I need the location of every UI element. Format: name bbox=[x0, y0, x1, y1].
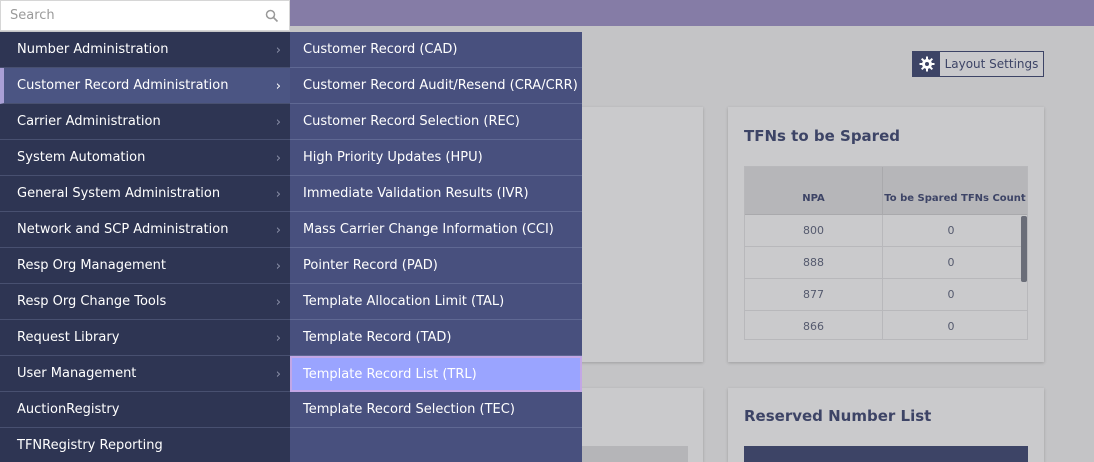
table-header: NPA To be Spared TFNs Count bbox=[745, 167, 1027, 215]
table-row[interactable]: 888 0 bbox=[745, 247, 1027, 279]
menu-item-label: Resp Org Management bbox=[17, 258, 166, 273]
count-cell: 0 bbox=[947, 256, 955, 269]
menu-item-number-administration[interactable]: Number Administration › bbox=[0, 32, 290, 68]
tfn-spared-title: TFNs to be Spared bbox=[744, 127, 900, 145]
table-row[interactable]: 877 0 bbox=[745, 279, 1027, 311]
chevron-right-icon: › bbox=[275, 150, 281, 166]
menu-item-label: Resp Org Change Tools bbox=[17, 294, 167, 309]
count-cell: 0 bbox=[947, 320, 955, 333]
customer-record-submenu: Customer Record (CAD) Customer Record Au… bbox=[290, 32, 582, 462]
chevron-right-icon: › bbox=[275, 186, 281, 202]
npa-cell: 866 bbox=[745, 311, 883, 339]
menu-item-label: Carrier Administration bbox=[17, 114, 161, 129]
submenu-item-trl[interactable]: Template Record List (TRL) bbox=[290, 356, 582, 392]
submenu-item-rec[interactable]: Customer Record Selection (REC) bbox=[290, 104, 582, 140]
menu-item-label: Number Administration bbox=[17, 42, 169, 57]
reserved-number-card: Reserved Number List bbox=[728, 388, 1044, 462]
chevron-right-icon: › bbox=[275, 42, 281, 58]
menu-item-request-library[interactable]: Request Library › bbox=[0, 320, 290, 356]
layout-settings-label: Layout Settings bbox=[944, 57, 1039, 71]
chevron-right-icon: › bbox=[275, 78, 281, 94]
menu-item-network-scp-administration[interactable]: Network and SCP Administration › bbox=[0, 212, 290, 248]
chevron-right-icon: › bbox=[275, 222, 281, 238]
table-row[interactable]: 866 0 bbox=[745, 311, 1027, 339]
submenu-item-tal[interactable]: Template Allocation Limit (TAL) bbox=[290, 284, 582, 320]
submenu-item-cci[interactable]: Mass Carrier Change Information (CCI) bbox=[290, 212, 582, 248]
menu-item-resp-org-management[interactable]: Resp Org Management › bbox=[0, 248, 290, 284]
menu-item-auction-registry[interactable]: AuctionRegistry bbox=[0, 392, 290, 428]
menu-item-tfnregistry-reporting[interactable]: TFNRegistry Reporting bbox=[0, 428, 290, 462]
submenu-item-cad[interactable]: Customer Record (CAD) bbox=[290, 32, 582, 68]
submenu-item-ivr[interactable]: Immediate Validation Results (IVR) bbox=[290, 176, 582, 212]
submenu-item-pad[interactable]: Pointer Record (PAD) bbox=[290, 248, 582, 284]
npa-cell: 888 bbox=[745, 247, 883, 278]
table-row[interactable]: 800 0 bbox=[745, 215, 1027, 247]
menu-item-customer-record-administration[interactable]: Customer Record Administration › bbox=[0, 68, 290, 104]
search-bar bbox=[0, 0, 290, 31]
submenu-item-tec[interactable]: Template Record Selection (TEC) bbox=[290, 392, 582, 428]
chevron-right-icon: › bbox=[275, 330, 281, 346]
search-input[interactable] bbox=[10, 8, 264, 23]
column-header-count[interactable]: To be Spared TFNs Count bbox=[883, 167, 1027, 214]
tfn-spared-table: NPA To be Spared TFNs Count 800 0 888 0 … bbox=[744, 166, 1028, 340]
reserved-table-header bbox=[744, 446, 1028, 462]
menu-item-label: User Management bbox=[17, 366, 137, 381]
table-scrollbar[interactable] bbox=[1021, 216, 1027, 282]
menu-item-resp-org-change-tools[interactable]: Resp Org Change Tools › bbox=[0, 284, 290, 320]
menu-item-label: General System Administration bbox=[17, 186, 221, 201]
submenu-item-hpu[interactable]: High Priority Updates (HPU) bbox=[290, 140, 582, 176]
layout-settings-button[interactable]: Layout Settings bbox=[912, 51, 1044, 77]
menu-item-system-automation[interactable]: System Automation › bbox=[0, 140, 290, 176]
submenu-item-tad[interactable]: Template Record (TAD) bbox=[290, 320, 582, 356]
chevron-right-icon: › bbox=[275, 114, 281, 130]
menu-item-label: System Automation bbox=[17, 150, 146, 165]
menu-item-label: Network and SCP Administration bbox=[17, 222, 229, 237]
submenu-item-cra-crr[interactable]: Customer Record Audit/Resend (CRA/CRR) bbox=[290, 68, 582, 104]
menu-item-label: AuctionRegistry bbox=[17, 402, 120, 417]
chevron-right-icon: › bbox=[275, 294, 281, 310]
npa-cell: 877 bbox=[745, 279, 883, 310]
reserved-number-title: Reserved Number List bbox=[744, 407, 932, 425]
column-header-npa[interactable]: NPA bbox=[745, 167, 883, 214]
main-menu: Number Administration › Customer Record … bbox=[0, 32, 290, 462]
chevron-right-icon: › bbox=[275, 258, 281, 274]
count-cell: 0 bbox=[947, 224, 955, 237]
menu-item-label: TFNRegistry Reporting bbox=[17, 438, 163, 453]
menu-item-carrier-administration[interactable]: Carrier Administration › bbox=[0, 104, 290, 140]
gear-icon bbox=[913, 52, 940, 76]
search-icon[interactable] bbox=[264, 8, 280, 24]
menu-item-general-system-administration[interactable]: General System Administration › bbox=[0, 176, 290, 212]
menu-item-label: Request Library bbox=[17, 330, 120, 345]
npa-cell: 800 bbox=[745, 215, 883, 246]
count-cell: 0 bbox=[947, 288, 955, 301]
menu-item-label: Customer Record Administration bbox=[17, 78, 229, 93]
chevron-right-icon: › bbox=[275, 366, 281, 382]
menu-item-user-management[interactable]: User Management › bbox=[0, 356, 290, 392]
